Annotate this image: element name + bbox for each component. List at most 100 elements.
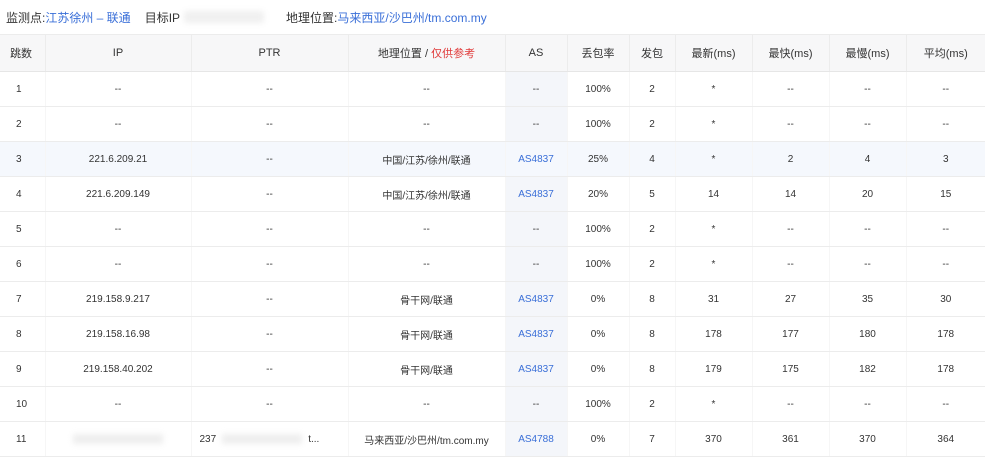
cell-best: 361: [752, 421, 830, 457]
cell-best: --: [752, 106, 830, 142]
cell-as: AS4837: [505, 281, 568, 317]
table-row: 7 219.158.9.217 -- 骨干网/联通 AS4837 0% 8 31…: [0, 281, 985, 317]
cell-ptr: --: [191, 211, 349, 247]
cell-hop: 1: [0, 71, 46, 107]
cell-best: --: [752, 386, 830, 422]
as-link[interactable]: AS4837: [518, 189, 554, 200]
cell-worst: 4: [829, 141, 907, 177]
cell-last: *: [675, 106, 753, 142]
cell-worst: 180: [829, 316, 907, 352]
cell-hop: 5: [0, 211, 46, 247]
cell-last: *: [675, 211, 753, 247]
cell-best: 27: [752, 281, 830, 317]
cell-hop: 4: [0, 176, 46, 212]
cell-as: AS4837: [505, 141, 568, 177]
cell-geo: --: [348, 211, 506, 247]
cell-as: AS4837: [505, 176, 568, 212]
cell-avg: --: [906, 211, 985, 247]
monitor-label: 监测点:: [6, 10, 46, 25]
cell-geo: 中国/江苏/徐州/联通: [348, 176, 506, 212]
cell-hop: 7: [0, 281, 46, 317]
cell-hop: 8: [0, 316, 46, 352]
as-link[interactable]: AS4837: [518, 364, 554, 375]
cell-worst: --: [829, 211, 907, 247]
cell-loss: 100%: [567, 106, 630, 142]
cell-best: --: [752, 71, 830, 107]
ip-redacted: [73, 433, 163, 444]
cell-sent: 2: [629, 386, 676, 422]
cell-ptr: --: [191, 141, 349, 177]
cell-geo: 骨干网/联通: [348, 351, 506, 387]
cell-last: *: [675, 246, 753, 282]
cell-worst: 182: [829, 351, 907, 387]
cell-loss: 0%: [567, 281, 630, 317]
cell-avg: 15: [906, 176, 985, 212]
cell-last: 14: [675, 176, 753, 212]
cell-worst: --: [829, 386, 907, 422]
ptr-tail: t...: [308, 433, 320, 445]
cell-ptr: --: [191, 281, 349, 317]
col-best: 最快(ms): [752, 34, 830, 72]
geo-value: 马来西亚/沙巴州/tm.com.my: [337, 10, 487, 25]
cell-ptr: --: [191, 246, 349, 282]
cell-sent: 8: [629, 351, 676, 387]
cell-avg: --: [906, 246, 985, 282]
cell-hop: 9: [0, 351, 46, 387]
cell-ptr: --: [191, 71, 349, 107]
cell-ip: --: [45, 106, 192, 142]
cell-loss: 100%: [567, 211, 630, 247]
col-as: AS: [505, 34, 568, 72]
cell-worst: 20: [829, 176, 907, 212]
cell-last: 179: [675, 351, 753, 387]
cell-geo: 骨干网/联通: [348, 281, 506, 317]
table-row: 2 -- -- -- -- 100% 2 * -- -- --: [0, 106, 985, 142]
cell-best: 175: [752, 351, 830, 387]
cell-loss: 100%: [567, 386, 630, 422]
cell-as: --: [505, 211, 568, 247]
table-header-row: 跳数 IP PTR 地理位置 / 仅供参考 AS 丢包率 发包 最新(ms) 最…: [0, 34, 985, 72]
cell-hop: 6: [0, 246, 46, 282]
cell-sent: 2: [629, 106, 676, 142]
cell-geo: --: [348, 386, 506, 422]
cell-geo: --: [348, 71, 506, 107]
geo-label: 地理位置:: [286, 10, 338, 25]
as-link[interactable]: AS4837: [518, 294, 554, 305]
cell-sent: 2: [629, 246, 676, 282]
as-link[interactable]: AS4788: [518, 434, 554, 445]
cell-ip: --: [45, 386, 192, 422]
cell-geo: 骨干网/联通: [348, 316, 506, 352]
col-geo-sep: /: [421, 48, 432, 60]
cell-hop: 3: [0, 141, 46, 177]
cell-ptr: --: [191, 106, 349, 142]
as-link[interactable]: AS4837: [518, 154, 554, 165]
cell-avg: 30: [906, 281, 985, 317]
cell-loss: 100%: [567, 246, 630, 282]
cell-sent: 4: [629, 141, 676, 177]
cell-as: AS4788: [505, 421, 568, 457]
cell-sent: 5: [629, 176, 676, 212]
col-worst: 最慢(ms): [829, 34, 907, 72]
cell-ptr: --: [191, 351, 349, 387]
table-row: 1 -- -- -- -- 100% 2 * -- -- --: [0, 71, 985, 107]
cell-ptr: 237 t...: [191, 421, 349, 457]
cell-best: --: [752, 211, 830, 247]
as-link[interactable]: AS4837: [518, 329, 554, 340]
target-ip-redacted: [184, 11, 265, 23]
cell-loss: 0%: [567, 421, 630, 457]
table-row: 5 -- -- -- -- 100% 2 * -- -- --: [0, 211, 985, 247]
cell-avg: --: [906, 106, 985, 142]
cell-avg: 364: [906, 421, 985, 457]
col-geo-label: 地理位置: [377, 48, 422, 60]
cell-as: AS4837: [505, 351, 568, 387]
cell-best: 177: [752, 316, 830, 352]
table-row: 10 -- -- -- -- 100% 2 * -- -- --: [0, 386, 985, 422]
cell-loss: 20%: [567, 176, 630, 212]
ptr-redacted: [222, 433, 303, 444]
cell-ip: --: [45, 211, 192, 247]
cell-ip: --: [45, 246, 192, 282]
ptr-prefix: 237: [199, 433, 217, 445]
cell-avg: --: [906, 71, 985, 107]
col-loss: 丢包率: [567, 34, 630, 72]
table-row: 6 -- -- -- -- 100% 2 * -- -- --: [0, 246, 985, 282]
monitor-value[interactable]: 江苏徐州 – 联通: [45, 9, 130, 26]
